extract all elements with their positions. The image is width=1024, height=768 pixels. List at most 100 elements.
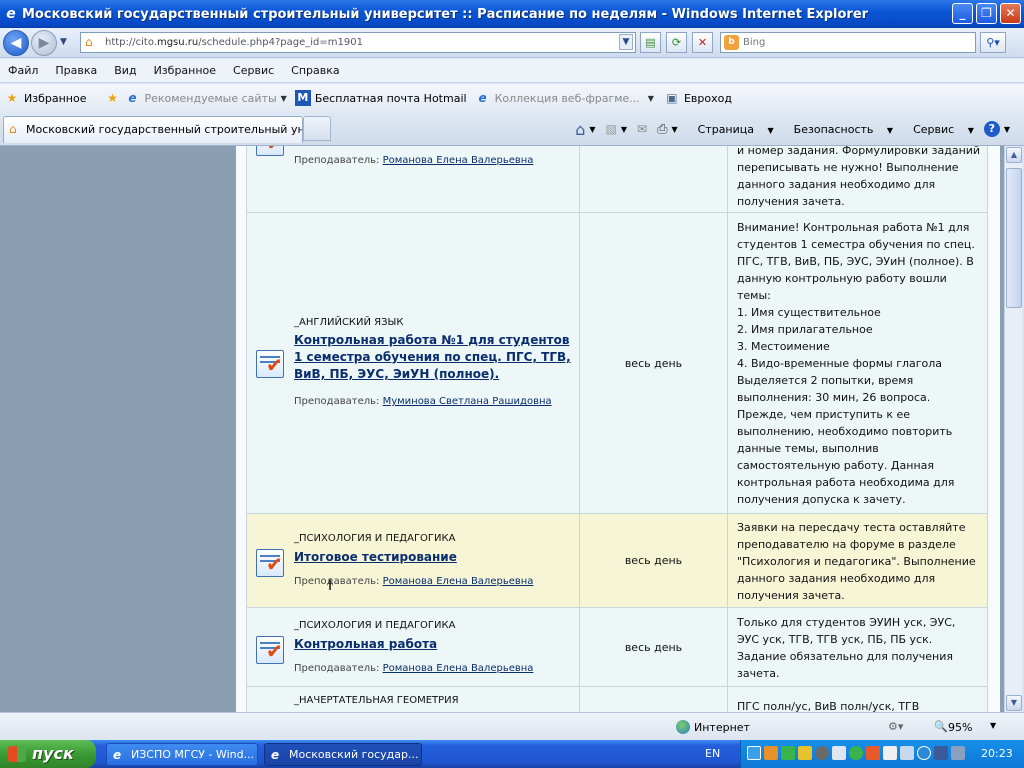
task-title-link[interactable]: Контрольная работа №1 для студентов 1 се… (294, 332, 574, 383)
zone-label: Интернет (694, 721, 750, 734)
new-tab-button[interactable] (303, 116, 331, 141)
tray-app-icon[interactable] (815, 746, 829, 760)
note-line: студентов 1 семестра обучения по спец. (737, 238, 975, 251)
refresh-icon[interactable]: ⟳ (666, 32, 687, 53)
task-icon[interactable]: ✔ (256, 146, 284, 156)
menu-help[interactable]: Справка (291, 64, 339, 77)
chevron-down-icon[interactable]: ▼ (621, 125, 627, 134)
language-indicator[interactable]: EN (705, 747, 720, 760)
note-line: контрольная работа необходима для (737, 476, 955, 489)
mail-icon[interactable]: ✉ (637, 122, 647, 136)
scroll-up-icon[interactable]: ▲ (1006, 147, 1022, 163)
scroll-thumb[interactable] (1006, 168, 1022, 308)
back-button[interactable]: ◀ (3, 30, 29, 56)
address-dropdown-icon[interactable]: ▼ (619, 34, 633, 50)
bing-icon: b (724, 35, 739, 50)
clock[interactable]: 20:23 (981, 747, 1013, 760)
feeds-icon[interactable]: ▧ (606, 122, 617, 136)
print-icon[interactable]: ⎙ (657, 122, 667, 137)
menu-file[interactable]: Файл (8, 64, 38, 77)
task-icon[interactable]: ✔ (256, 636, 284, 664)
zoom-level[interactable]: 95% (948, 721, 972, 734)
note-line: зачета. (737, 667, 780, 680)
task-icon[interactable]: ✔ (256, 350, 284, 378)
tray-app-icon[interactable] (951, 746, 965, 760)
address-input[interactable]: ⌂ http://cito.mgsu.ru/schedule.php4?page… (80, 32, 636, 53)
search-button[interactable]: ⚲▾ (980, 32, 1006, 53)
teacher-label: Преподаватель: (294, 396, 380, 407)
chevron-down-icon[interactable]: ▼ (990, 721, 996, 730)
page-icon: ▣ (666, 91, 678, 105)
menu-favorites[interactable]: Избранное (154, 64, 216, 77)
scroll-down-icon[interactable]: ▼ (1006, 695, 1022, 711)
time-cell (580, 146, 728, 212)
notes-cell: Внимание! Контрольная работа №1 для студ… (737, 219, 981, 508)
help-icon[interactable]: ? (983, 121, 1000, 137)
fav-suggested-sites[interactable]: e Рекомендуемые сайты ▼ (124, 90, 286, 106)
vertical-scrollbar[interactable]: ▲ ▼ (1004, 146, 1022, 712)
tray-app-icon[interactable] (849, 746, 863, 760)
stop-icon[interactable]: ✕ (692, 32, 713, 53)
menu-bar: Файл Правка Вид Избранное Сервис Справка (0, 59, 1024, 83)
teacher-link[interactable]: Романова Елена Валерьевна (383, 576, 534, 587)
teacher-label: Преподаватель: (294, 576, 380, 587)
note-line: преподавателю на форуме в разделе (737, 538, 956, 551)
url-path: /schedule.php4?page_id=m1901 (198, 37, 363, 48)
protected-mode-icon[interactable]: ⚙▾ (888, 720, 903, 733)
maximize-button[interactable]: ❐ (976, 3, 997, 24)
teacher-link[interactable]: Муминова Светлана Рашидовна (383, 396, 552, 407)
tray-app-icon[interactable] (934, 746, 948, 760)
fav-eurohod[interactable]: ▣ Евроход (664, 90, 732, 106)
home-icon[interactable]: ⌂ (575, 120, 585, 139)
start-button[interactable]: пуск (0, 740, 96, 768)
page-menu[interactable]: Страница ▼ (688, 123, 774, 136)
search-input[interactable]: b Bing (720, 32, 976, 53)
compatibility-view-icon[interactable]: ▤ (640, 32, 661, 53)
tab-active[interactable]: ⌂ Московский государственный строительны… (3, 116, 303, 143)
close-button[interactable]: ✕ (1000, 3, 1021, 24)
note-line: 3. Местоимение (737, 340, 830, 353)
menu-view[interactable]: Вид (114, 64, 136, 77)
chevron-down-icon[interactable]: ▼ (1004, 125, 1010, 134)
task-title-link[interactable]: Итоговое тестирование (294, 549, 574, 566)
add-favorite-button[interactable]: ★ (104, 90, 124, 106)
safety-menu[interactable]: Безопасность ▼ (784, 123, 893, 136)
tray-app-icon[interactable] (798, 746, 812, 760)
note-line: Заявки на пересдачу теста оставляйте (737, 521, 966, 534)
tray-app-icon[interactable] (781, 746, 795, 760)
fav-hotmail[interactable]: M Бесплатная почта Hotmail (294, 90, 467, 106)
fav-webslice-gallery[interactable]: e Коллекция веб-фрагме... ▼ (475, 90, 653, 106)
teacher-link[interactable]: Романова Елена Валерьевна (383, 155, 534, 166)
menu-edit[interactable]: Правка (55, 64, 97, 77)
tools-menu[interactable]: Сервис ▼ (903, 123, 974, 136)
favorites-button[interactable]: ★ Избранное (4, 90, 87, 106)
window-title: Московский государственный строительный … (22, 6, 869, 22)
volume-icon[interactable] (883, 746, 897, 760)
note-line: выполнению, необходимо повторить (737, 425, 953, 438)
ie-icon: e (128, 91, 137, 105)
tray-app-icon[interactable] (832, 746, 846, 760)
task-icon[interactable]: ✔ (256, 549, 284, 577)
taskbar-window-2[interactable]: e Московский государ... (264, 743, 422, 766)
minimize-button[interactable]: _ (952, 3, 973, 24)
tray-network-icon[interactable] (747, 746, 761, 760)
note-line: ПГС, ТГВ, ВиВ, ПБ, ЭУС, ЭУиН (полное). В (737, 255, 974, 268)
tray-app-icon[interactable] (917, 746, 931, 760)
table-row: ✔ _АНГЛИЙСКИЙ ЯЗЫК Контрольная работа №1… (247, 213, 987, 514)
teacher-link[interactable]: Романова Елена Валерьевна (383, 663, 534, 674)
chevron-down-icon[interactable]: ▼ (671, 125, 677, 134)
note-line: Задание обязательно для получения (737, 650, 954, 663)
taskbar-window-1[interactable]: e ИЗСПО МГСУ - Wind... (106, 743, 258, 766)
tray-app-icon[interactable] (764, 746, 778, 760)
task-title-link[interactable]: Контрольная работа (294, 636, 574, 653)
window-titlebar[interactable]: e Московский государственный строительны… (0, 0, 1024, 28)
zoom-icon: 🔍 (934, 720, 948, 733)
chevron-down-icon[interactable]: ▼ (589, 125, 595, 134)
history-dropdown-icon[interactable]: ▼ (60, 37, 67, 47)
forward-button[interactable]: ▶ (31, 30, 57, 56)
menu-tools[interactable]: Сервис (233, 64, 274, 77)
tray-app-icon[interactable] (866, 746, 880, 760)
note-line: выполнения: 30 мин, 26 вопроса. (737, 391, 931, 404)
tray-app-icon[interactable] (900, 746, 914, 760)
command-bar: ⌂ ▼ ▧ ▼ ✉ ⎙ ▼ Страница ▼ Безопасность ▼ Сер… (565, 116, 1010, 142)
